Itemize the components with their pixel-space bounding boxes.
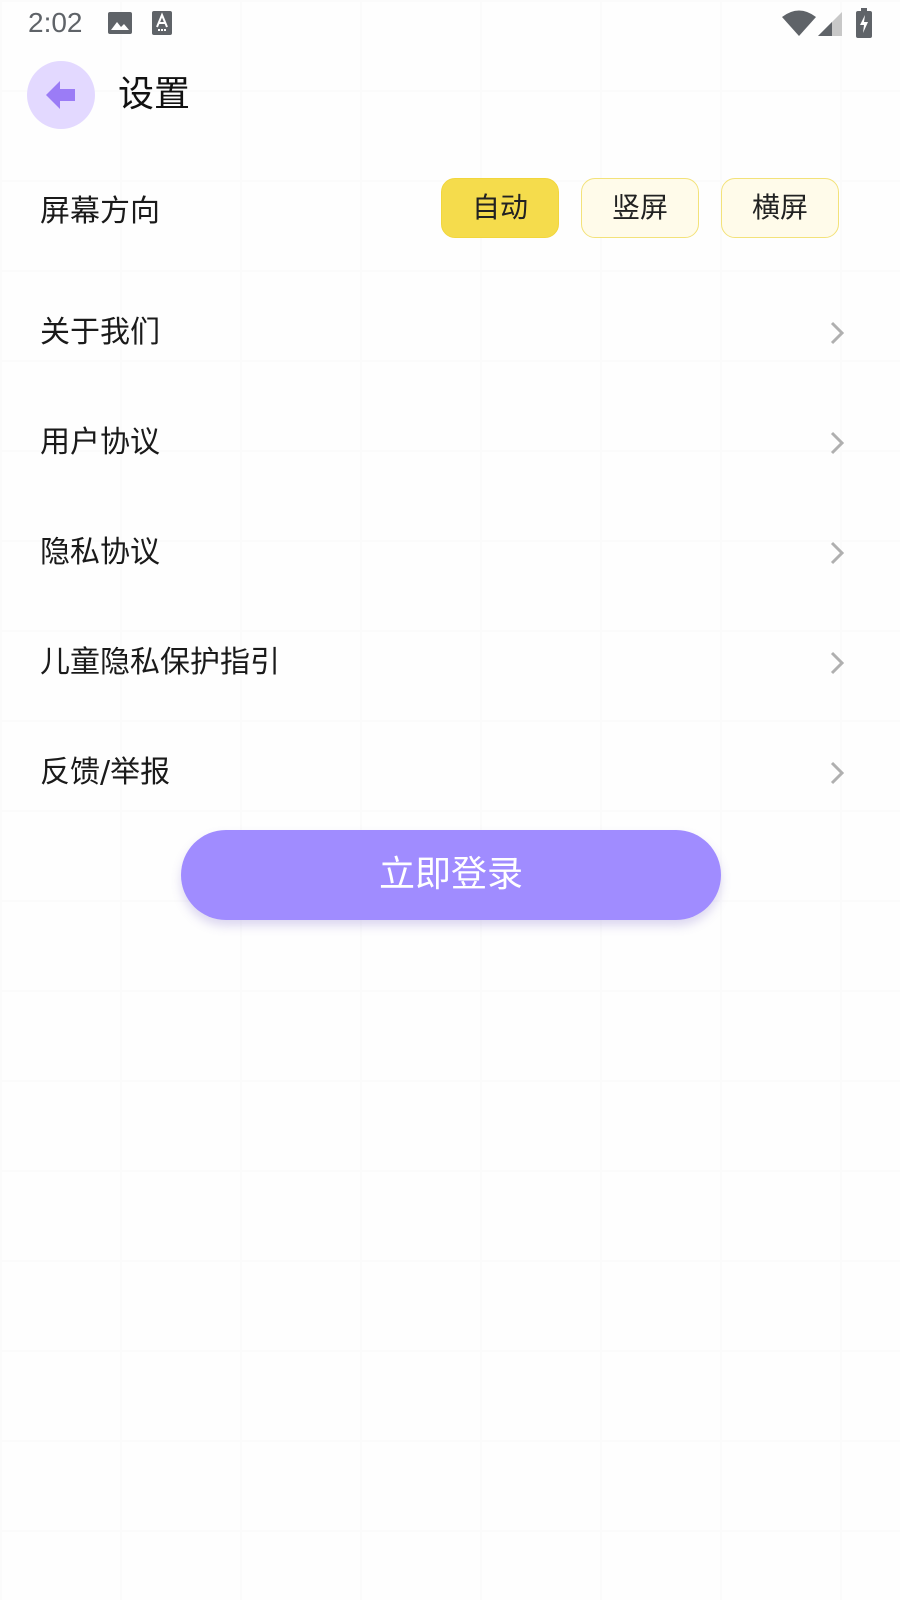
wifi-icon (782, 10, 816, 36)
cell-signal-icon (818, 12, 842, 36)
status-bar: 2:02 (0, 0, 900, 48)
menu-item-child-privacy[interactable]: 儿童隐私保护指引 (0, 618, 900, 708)
chevron-right-icon (830, 431, 844, 455)
orientation-label: 屏幕方向 (40, 194, 160, 229)
menu-item-label: 用户协议 (40, 425, 160, 460)
arrow-left-icon (46, 81, 75, 109)
page-title: 设置 (118, 74, 191, 115)
status-time: 2:02 (28, 7, 83, 38)
chevron-right-icon (830, 321, 844, 345)
battery-charging-icon (856, 8, 872, 38)
menu-item-user-agreement[interactable]: 用户协议 (0, 398, 900, 488)
a-text-icon (152, 11, 172, 35)
menu-item-label: 隐私协议 (40, 535, 160, 570)
back-button[interactable] (27, 61, 95, 129)
menu-item-label: 反馈/举报 (40, 755, 171, 790)
chevron-right-icon (830, 651, 844, 675)
orientation-portrait-button[interactable]: 竖屏 (581, 178, 699, 238)
orientation-landscape-button[interactable]: 横屏 (721, 178, 839, 238)
image-icon (108, 12, 132, 34)
menu-item-feedback-report[interactable]: 反馈/举报 (0, 728, 900, 818)
login-button[interactable]: 立即登录 (181, 830, 721, 920)
chevron-right-icon (830, 541, 844, 565)
menu-item-label: 儿童隐私保护指引 (40, 645, 280, 680)
menu-item-label: 关于我们 (40, 315, 160, 350)
orientation-auto-button[interactable]: 自动 (441, 178, 559, 238)
menu-item-privacy-agreement[interactable]: 隐私协议 (0, 508, 900, 598)
menu-item-about-us[interactable]: 关于我们 (0, 288, 900, 378)
chevron-right-icon (830, 761, 844, 785)
